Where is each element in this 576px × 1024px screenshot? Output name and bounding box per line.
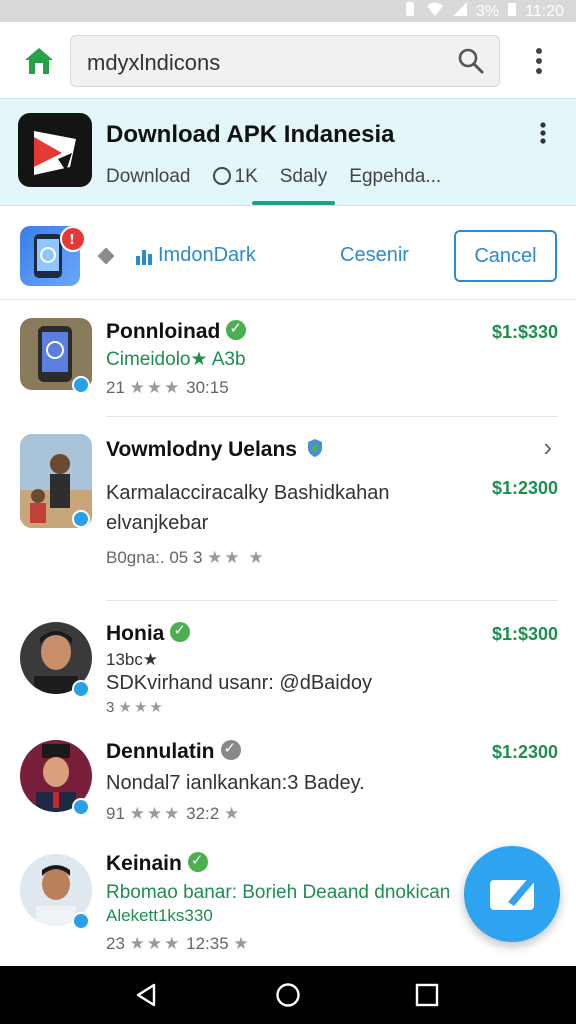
- app-title: Download APK Indanesia: [106, 121, 395, 148]
- item-description: Nondal7 ianlkankan:3 Badey.: [106, 772, 365, 794]
- verified-icon: [72, 510, 90, 528]
- item-name-text: Vowmlodny Uelans: [106, 438, 297, 461]
- item-meta-num: 23: [106, 934, 125, 953]
- item-description: SDKvirhand usanr: @dBaidoy: [106, 672, 372, 694]
- cesenir-link[interactable]: Cesenir: [340, 244, 409, 267]
- battery-icon: [507, 1, 517, 22]
- item-meta: 21 ★★★ 30:15: [106, 378, 229, 398]
- verified-icon: [72, 798, 90, 816]
- clock-icon: [212, 167, 231, 185]
- item-price: $1:2300: [491, 742, 558, 762]
- verified-icon: [72, 680, 90, 698]
- shield-icon: [307, 438, 323, 464]
- item-price: $1:$300: [491, 624, 558, 644]
- home-icon[interactable]: [22, 44, 56, 78]
- home-nav-icon[interactable]: [275, 982, 301, 1008]
- top-search-bar: mdyxlndicons: [0, 22, 576, 98]
- item-name: Honia: [106, 621, 191, 646]
- list-item[interactable]: Dennulatin Nondal7 ianlkankan:3 Badey. 9…: [0, 728, 576, 844]
- chevron-right-icon[interactable]: ›: [543, 432, 552, 463]
- item-meta: B0gna:. 05 3 ★★ ★: [106, 548, 266, 568]
- app-logo: [18, 113, 92, 187]
- tab-downloads-count[interactable]: 1K: [212, 157, 258, 197]
- rating-stars: ★★★: [129, 934, 182, 953]
- item-meta-num: 91: [106, 804, 125, 823]
- item-name: Ponnloinad: [106, 319, 247, 344]
- item-meta-time: 12:35: [186, 934, 229, 953]
- check-badge-icon: [226, 319, 247, 340]
- check-badge-icon: [170, 621, 191, 642]
- bar-chart-icon: [134, 246, 154, 266]
- item-description: Karmalacciracalky Bashidkahan: [106, 482, 390, 504]
- rating-stars: ★★ ★: [207, 548, 266, 567]
- list-item[interactable]: Vowmlodny Uelans › Karmalacciracalky Bas…: [0, 416, 576, 601]
- item-subtitle: Cimeidolo★ A3b: [106, 349, 246, 370]
- item-price: $1:2300: [491, 478, 558, 498]
- diamond-icon: [97, 247, 115, 265]
- search-query-text: mdyxlndicons: [87, 50, 221, 75]
- item-description-2: elvanjkebar: [106, 512, 209, 534]
- verified-icon: [72, 912, 90, 930]
- item-meta: 23 ★★★ 12:35 ★: [106, 934, 251, 954]
- compose-fab[interactable]: [464, 846, 560, 942]
- more-vert-icon[interactable]: [530, 46, 548, 76]
- divider: [106, 600, 558, 601]
- item-meta-num: B0gna:. 05 3: [106, 548, 203, 567]
- cancel-button[interactable]: Cancel: [454, 230, 557, 282]
- tab-egpehda[interactable]: Egpehda...: [349, 157, 441, 197]
- item-name: Keinain: [106, 851, 208, 876]
- item-meta-num: 3: [106, 699, 115, 716]
- item-subtitle: 13bc★: [106, 650, 159, 669]
- tab-downloads-count-label: 1K: [234, 166, 258, 187]
- back-icon[interactable]: [134, 982, 160, 1008]
- system-nav-bar: [0, 966, 576, 1024]
- app-more-icon[interactable]: [536, 121, 550, 145]
- app-header: Download APK Indanesia Download 1K Sdaly…: [0, 98, 576, 206]
- tab-sdaly[interactable]: Sdaly: [252, 157, 335, 205]
- item-name-text: Keinain: [106, 852, 182, 875]
- list-item[interactable]: Honia 13bc★ SDKvirhand usanr: @dBaidoy 3…: [0, 610, 576, 722]
- verified-icon: [72, 376, 90, 394]
- item-name: Dennulatin: [106, 739, 241, 764]
- rating-stars: ★★★: [118, 699, 165, 716]
- clock-time: 11:20: [525, 2, 564, 20]
- action-row: ! ImdonDark Cesenir Cancel: [0, 214, 576, 300]
- vibrate-icon: [402, 1, 418, 22]
- list-item[interactable]: Ponnloinad Cimeidolo★ A3b 21 ★★★ 30:15 $…: [0, 300, 576, 417]
- battery-percent: 3%: [476, 2, 500, 20]
- notification-badge: !: [60, 226, 86, 252]
- svg-text:!: !: [69, 233, 75, 248]
- item-name-text: Dennulatin: [106, 740, 215, 763]
- item-meta-time: 32:2: [186, 804, 220, 823]
- rating-star-extra: ★: [223, 804, 242, 823]
- signal-icon: [452, 1, 468, 22]
- recents-icon[interactable]: [414, 982, 440, 1008]
- item-meta: 3 ★★★: [106, 698, 165, 716]
- rating-stars: ★★★: [129, 378, 182, 397]
- item-name: Vowmlodny Uelans: [106, 438, 323, 464]
- edit-icon: [490, 876, 536, 910]
- rating-stars: ★★★: [129, 804, 182, 823]
- search-input[interactable]: mdyxlndicons: [70, 35, 500, 87]
- app-tabs: Download 1K Sdaly Egpehda...: [106, 157, 441, 205]
- tab-download[interactable]: Download: [106, 157, 191, 197]
- check-badge-icon: [187, 851, 208, 872]
- item-meta: 91 ★★★ 32:2 ★: [106, 804, 241, 824]
- status-icons: 3% 11:20: [402, 1, 564, 22]
- item-meta-num: 21: [106, 378, 125, 397]
- item-name-text: Honia: [106, 622, 165, 645]
- check-badge-icon: [220, 739, 241, 760]
- wifi-icon: [426, 1, 444, 22]
- search-icon[interactable]: [457, 47, 485, 75]
- rating-star-extra: ★: [233, 934, 251, 953]
- item-description: Rbomao banar: Borieh Deaand dnokican: [106, 882, 451, 903]
- item-price: $1:$330: [491, 322, 558, 342]
- item-subtitle: Alekett1ks330: [106, 906, 213, 925]
- imdondark-link[interactable]: ImdonDark: [158, 244, 256, 267]
- item-meta-time: 30:15: [186, 378, 229, 397]
- item-name-text: Ponnloinad: [106, 320, 221, 343]
- status-bar: 3% 11:20: [0, 0, 576, 22]
